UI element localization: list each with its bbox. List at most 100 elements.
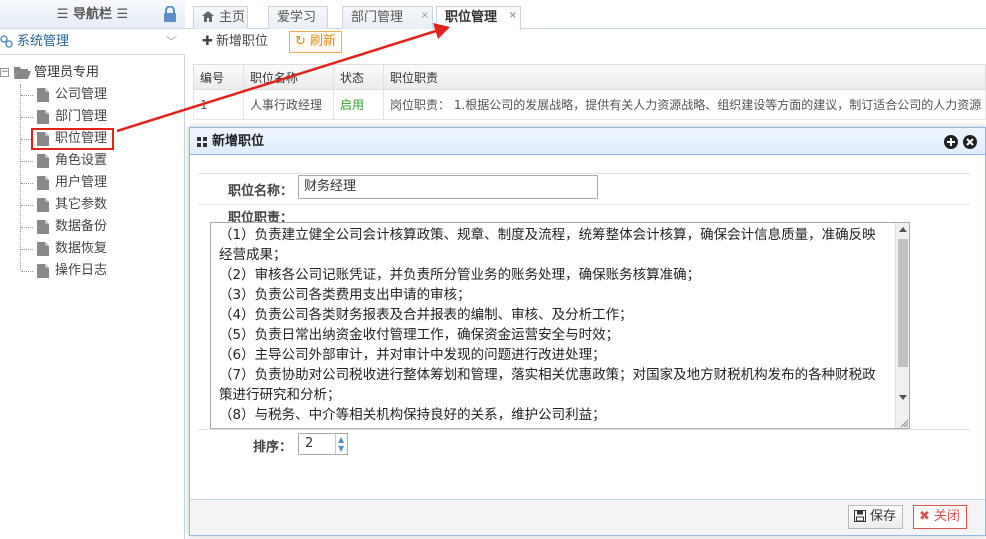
sidebar-item-label: 部门管理 — [55, 109, 108, 124]
sidebar: ☰ 导航栏 ☰ 系统管理 ﹀ − 管理员专用 公司管理 部门管理 职位管理 角色… — [0, 0, 185, 539]
scroll-up-icon[interactable] — [899, 227, 907, 232]
selection-highlight — [31, 128, 114, 150]
sidebar-item[interactable]: 部门管理 — [0, 106, 185, 128]
tab-home[interactable]: 主页 — [193, 6, 248, 29]
app-root: ☰ 导航栏 ☰ 系统管理 ﹀ − 管理员专用 公司管理 部门管理 职位管理 角色… — [0, 0, 986, 539]
close-button[interactable]: ✖ 关闭 — [913, 505, 967, 529]
resize-grip-icon[interactable] — [900, 419, 908, 427]
collapse-icon[interactable]: − — [0, 68, 9, 77]
position-name-input[interactable]: 财务经理 — [298, 175, 598, 199]
tree-guide-line — [21, 117, 33, 118]
refresh-button[interactable]: ↻ 刷新 — [289, 31, 343, 53]
duty-text: （1）负责建立健全公司会计核算政策、规章、制度及流程，统筹整体会计核算，确保会计… — [219, 227, 876, 423]
document-icon — [37, 88, 49, 102]
close-icon[interactable]: × — [421, 5, 429, 27]
accordion-label: 系统管理 — [17, 34, 70, 49]
accordion-system-management[interactable]: 系统管理 ﹀ — [0, 29, 185, 55]
header-cell[interactable]: 编号 — [194, 65, 244, 89]
dialog-title: 新增职位 — [212, 134, 265, 149]
sidebar-item[interactable]: 操作日志 — [0, 260, 185, 282]
refresh-label: 刷新 — [310, 34, 337, 49]
close-label: 关闭 — [933, 509, 960, 524]
menu-icon: ☰ — [112, 7, 129, 22]
refresh-icon: ↻ — [295, 34, 311, 49]
header-cell[interactable]: 职位职责 — [384, 65, 986, 89]
gear-icon — [0, 35, 13, 48]
add-position-button[interactable]: ✚ 新增职位 — [196, 31, 274, 53]
cell-status: 启用 — [334, 90, 384, 119]
header-cell[interactable]: 职位名称 — [244, 65, 334, 89]
document-icon — [37, 154, 49, 168]
tab-position[interactable]: 职位管理 × — [436, 6, 521, 30]
grid-icon — [197, 137, 207, 147]
order-stepper[interactable]: 2 ▲ ▼ — [298, 433, 348, 455]
sidebar-item[interactable]: 公司管理 — [0, 84, 185, 106]
textarea-scrollbar[interactable] — [895, 223, 909, 428]
sidebar-item[interactable]: 用户管理 — [0, 172, 185, 194]
spinner[interactable]: ▲ ▼ — [335, 434, 347, 454]
cell-id: 1 — [194, 90, 244, 119]
table-header: 编号 职位名称 状态 职位职责 — [193, 64, 986, 90]
tab-department[interactable]: 部门管理 × — [342, 6, 433, 29]
lock-icon[interactable] — [163, 6, 177, 22]
scroll-down-icon[interactable] — [899, 395, 907, 400]
cell-name: 人事行政经理 — [244, 90, 334, 119]
tab-label: 爱学习 — [277, 10, 317, 25]
tab-label: 主页 — [219, 10, 246, 25]
sidebar-item-label: 操作日志 — [55, 263, 108, 278]
nav-title: 导航栏 — [72, 7, 112, 22]
plus-circle-icon[interactable] — [944, 135, 958, 149]
document-icon — [37, 242, 49, 256]
order-value: 2 — [305, 436, 314, 451]
cell-duty: 岗位职责： 1.根据公司的发展战略，提供有关人力资源战略、组织建设等方面的建议，… — [390, 98, 982, 112]
sidebar-item-label: 公司管理 — [55, 87, 108, 102]
tree-guide-line — [21, 161, 33, 162]
tree-guide-line — [21, 183, 33, 184]
plus-icon: ✚ — [202, 34, 213, 49]
home-icon — [202, 11, 214, 22]
tree-root-label: 管理员专用 — [34, 65, 100, 80]
sidebar-item[interactable]: 数据备份 — [0, 216, 185, 238]
toolbar: ✚ 新增职位 ↻ 刷新 — [193, 29, 986, 55]
sidebar-item-label: 角色设置 — [55, 153, 108, 168]
tab-label: 部门管理 — [351, 10, 404, 25]
chevron-down-icon: ﹀ — [166, 35, 177, 48]
chevron-down-icon[interactable]: ▼ — [338, 445, 344, 453]
sidebar-item-label: 数据备份 — [55, 219, 108, 234]
position-duty-textarea[interactable]: （1）负责建立健全公司会计核算政策、规章、制度及流程，统筹整体会计核算，确保会计… — [210, 222, 910, 429]
sidebar-item-label: 其它参数 — [55, 197, 108, 212]
divider — [198, 204, 970, 205]
save-icon — [854, 510, 866, 522]
close-icon[interactable]: × — [509, 5, 517, 27]
sidebar-item[interactable]: 数据恢复 — [0, 238, 185, 260]
nav-header: ☰ 导航栏 ☰ — [0, 0, 185, 29]
document-icon — [37, 220, 49, 234]
header-cell[interactable]: 状态 — [334, 65, 384, 89]
divider — [198, 173, 970, 174]
name-label: 职位名称： — [228, 184, 294, 199]
save-button[interactable]: 保存 — [848, 505, 904, 529]
sidebar-item[interactable]: 职位管理 — [0, 128, 185, 150]
scroll-thumb[interactable] — [898, 239, 908, 367]
tree-guide-line — [21, 271, 33, 272]
tab-label: 职位管理 — [445, 10, 498, 25]
dialog-footer: 保存 ✖ 关闭 — [190, 499, 985, 535]
close-circle-icon[interactable] — [963, 135, 977, 149]
add-label: 新增职位 — [215, 34, 268, 49]
tree-guide-line — [21, 249, 33, 250]
dialog-header[interactable]: 新增职位 — [190, 128, 985, 155]
document-icon — [37, 264, 49, 278]
sidebar-item[interactable]: 角色设置 — [0, 150, 185, 172]
sidebar-item[interactable]: 其它参数 — [0, 194, 185, 216]
tree-guide-line — [21, 95, 33, 96]
sidebar-item-label: 数据恢复 — [55, 241, 108, 256]
document-icon — [37, 110, 49, 124]
table-row[interactable]: 1 人事行政经理 启用 岗位职责： 1.根据公司的发展战略，提供有关人力资源战略… — [193, 90, 986, 120]
document-icon — [37, 176, 49, 190]
divider — [198, 429, 970, 430]
menu-icon: ☰ — [56, 7, 73, 22]
tab-aixuexi[interactable]: 爱学习 — [268, 6, 328, 29]
folder-open-icon — [14, 67, 31, 79]
save-label: 保存 — [870, 509, 897, 524]
chevron-up-icon[interactable]: ▲ — [338, 436, 344, 444]
